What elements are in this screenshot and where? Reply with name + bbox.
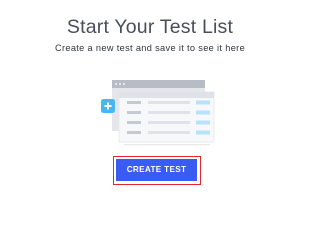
page-subtitle: Create a new test and save it to see it … — [54, 43, 246, 53]
empty-state: Start Your Test List Create a new test a… — [0, 0, 300, 204]
create-test-button[interactable]: CREATE TEST — [116, 159, 197, 181]
create-test-highlight: CREATE TEST — [113, 156, 201, 185]
page-title: Start Your Test List — [66, 16, 234, 38]
plus-icon — [101, 99, 115, 113]
test-list-illustration — [101, 80, 215, 146]
